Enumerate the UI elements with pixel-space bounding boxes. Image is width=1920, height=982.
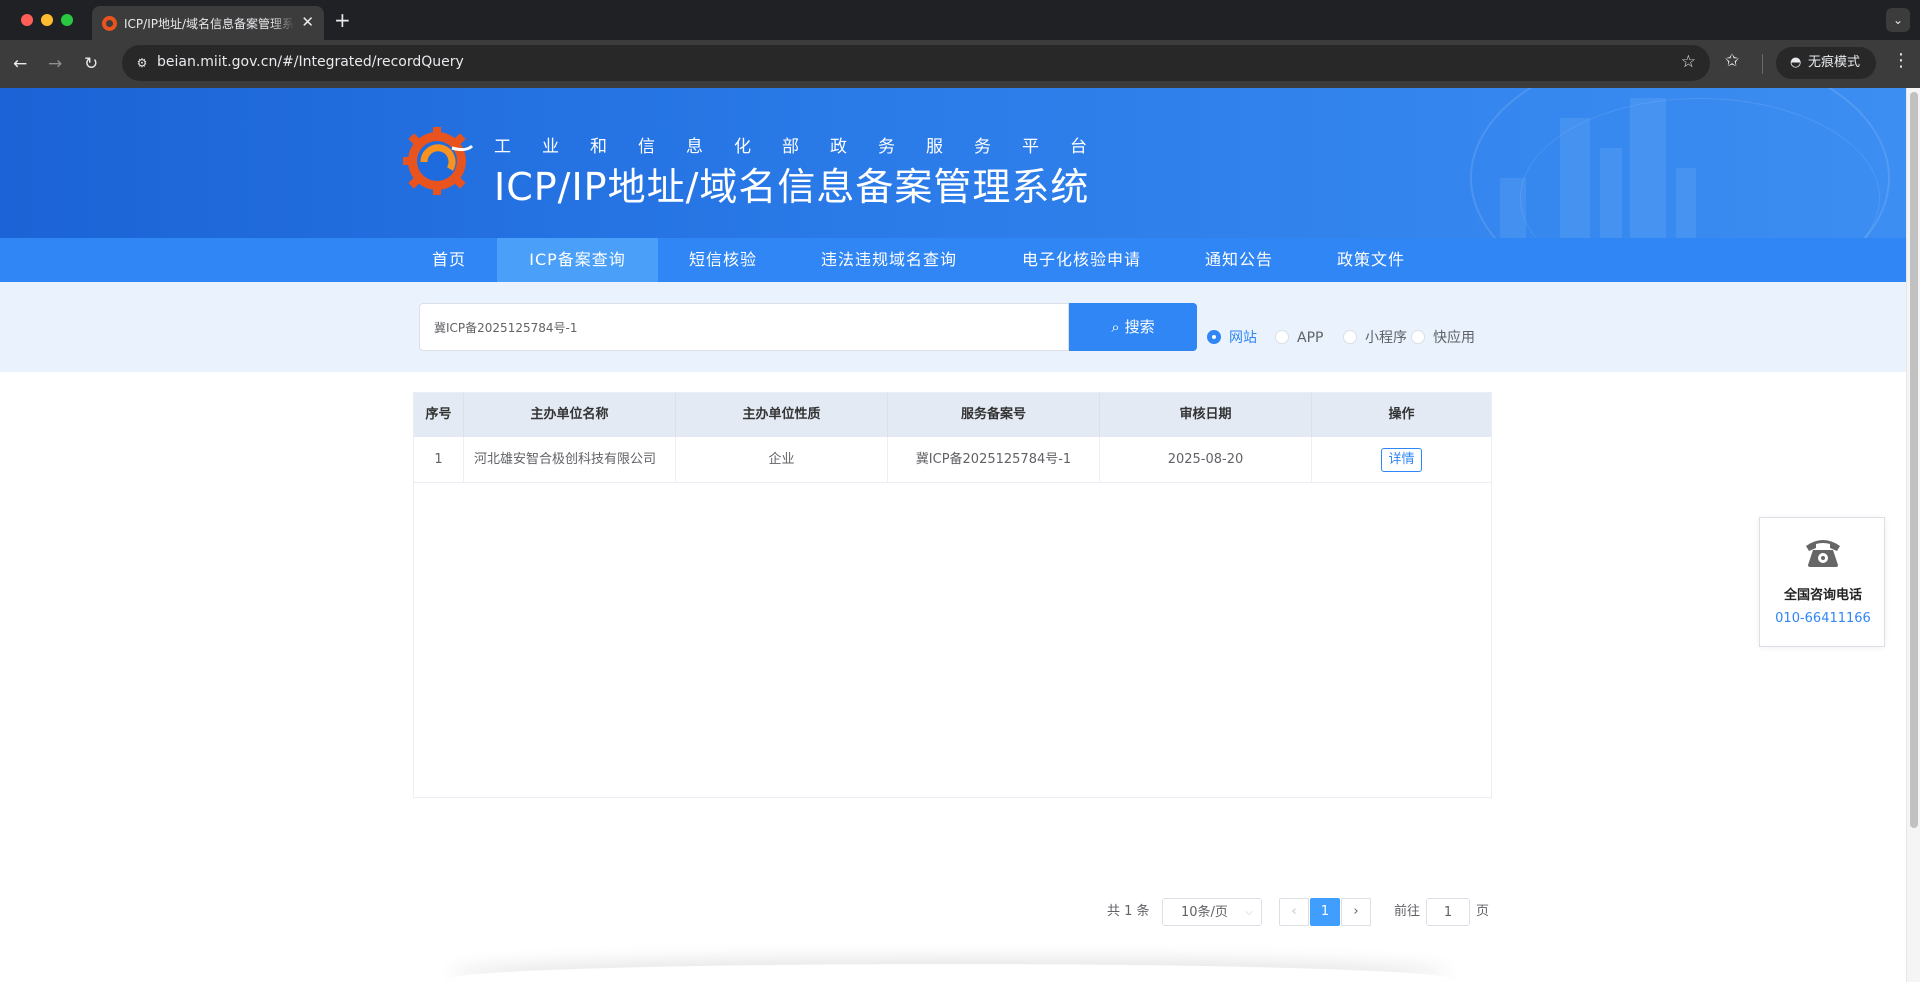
radio-label: 小程序 [1365,330,1407,346]
cell-org-type: 企业 [676,437,888,482]
tab-title: ICP/IP地址/域名信息备案管理系统 [124,17,296,31]
hotline-number[interactable]: 010-66411166 [1760,611,1886,626]
radio-dot [1343,330,1357,344]
reading-list-icon[interactable]: ✩ [1725,51,1739,71]
telephone-icon [1806,540,1840,567]
nav-sms-verify[interactable]: 短信核验 [666,238,780,282]
toolbar-divider [1762,54,1763,74]
window-close-button[interactable] [21,14,33,26]
incognito-badge[interactable]: ◓ 无痕模式 [1776,47,1876,79]
cell-action: 详情 [1312,437,1491,482]
nav-home[interactable]: 首页 [408,238,490,282]
radio-dot [1411,330,1425,344]
more-menu-icon[interactable]: ⋮ [1892,50,1910,71]
banner-building-graphic [1630,98,1666,238]
page-scrollbar[interactable] [1906,88,1920,982]
page-content: 工业和信息化部政务服务平台 ICP/IP地址/域名信息备案管理系统 首页 ICP… [0,88,1906,982]
hotline-title: 全国咨询电话 [1783,588,1862,603]
tab-close-icon[interactable]: ✕ [301,12,314,32]
hotline-card: 全国咨询电话 010-66411166 [1759,517,1885,647]
browser-toolbar: ← → ↻ ⚙ beian.miit.gov.cn/#/Integrated/r… [0,40,1920,88]
page-size-select[interactable]: 10条/页 ⌵ [1162,898,1262,926]
nav-icp-query[interactable]: ICP备案查询 [497,238,658,282]
page-number-current[interactable]: 1 [1310,898,1340,926]
radio-label: 网站 [1229,330,1257,346]
search-button[interactable]: ⌕ 搜索 [1069,303,1197,351]
column-header-action: 操作 [1388,407,1415,422]
search-input[interactable] [419,303,1069,351]
pagination-total: 共 1 条 [1107,904,1150,919]
radio-quick-app[interactable]: 快应用 [1411,328,1475,348]
next-page-button[interactable]: › [1341,898,1371,926]
cell-org-name: 河北雄安智合极创科技有限公司 [464,437,676,482]
platform-subtitle: 工业和信息化部政务服务平台 [494,137,1118,157]
radio-app[interactable]: APP [1275,328,1323,348]
column-header-index: 序号 [414,393,464,437]
column-header-date: 审核日期 [1100,393,1312,437]
banner-building-graphic [1560,118,1590,238]
back-icon[interactable]: ← [13,52,27,76]
results-table: 序号 主办单位名称 主办单位性质 服务备案号 审核日期 操作 1 河北雄安智合极… [413,392,1492,798]
system-title: ICP/IP地址/域名信息备案管理系统 [494,165,1090,209]
browser-tab-strip: ICP/IP地址/域名信息备案管理系统 ✕ + ⌄ [0,0,1920,40]
miit-logo-icon [403,127,474,195]
browser-tab-active[interactable]: ICP/IP地址/域名信息备案管理系统 ✕ [92,6,324,40]
banner-building-graphic [1500,178,1526,238]
forward-icon[interactable]: → [48,52,62,76]
header-banner: 工业和信息化部政务服务平台 ICP/IP地址/域名信息备案管理系统 [0,88,1906,238]
window-zoom-button[interactable] [61,14,73,26]
radio-mini-program[interactable]: 小程序 [1343,328,1407,348]
incognito-icon: ◓ [1790,55,1802,70]
reload-icon[interactable]: ↻ [84,52,98,76]
nav-illegal-domain-query[interactable]: 违法违规域名查询 [800,238,978,282]
scrollbar-thumb[interactable] [1910,92,1918,828]
nav-notices[interactable]: 通知公告 [1184,238,1294,282]
cell-date: 2025-08-20 [1100,437,1312,482]
goto-unit-label: 页 [1476,904,1490,919]
radio-dot [1207,330,1221,344]
radio-website[interactable]: 网站 [1207,328,1257,348]
search-button-label: 搜索 [1124,318,1155,336]
footer-edge [450,964,1450,982]
banner-building-graphic [1600,148,1622,238]
site-favicon-icon [102,16,117,31]
radio-dot [1275,330,1289,344]
nav-policy-docs[interactable]: 政策文件 [1316,238,1426,282]
goto-label: 前往 [1394,904,1421,919]
search-area: ⌕ 搜索 网站 APP 小程序 快应用 [0,282,1906,372]
radio-label: APP [1297,330,1324,346]
chevron-right-icon: › [1353,904,1359,919]
incognito-label: 无痕模式 [1808,55,1861,70]
new-tab-button[interactable]: + [334,8,351,32]
table-row: 1 河北雄安智合极创科技有限公司 企业 冀ICP备2025125784号-1 2… [414,437,1491,483]
prev-page-button[interactable]: ‹ [1279,898,1309,926]
bookmark-star-icon[interactable]: ☆ [1681,52,1696,72]
chevron-left-icon: ‹ [1291,904,1297,919]
main-navbar: 首页 ICP备案查询 短信核验 违法违规域名查询 电子化核验申请 通知公告 政策… [0,238,1906,282]
goto-page-input[interactable] [1426,898,1470,926]
nav-e-verify-apply[interactable]: 电子化核验申请 [1000,238,1163,282]
site-info-icon[interactable]: ⚙ [132,53,152,73]
column-header-record-no: 服务备案号 [888,393,1100,437]
address-bar[interactable]: ⚙ beian.miit.gov.cn/#/Integrated/recordQ… [122,45,1710,81]
cell-record-no: 冀ICP备2025125784号-1 [888,437,1100,482]
radio-label: 快应用 [1433,330,1475,346]
table-header: 序号 主办单位名称 主办单位性质 服务备案号 审核日期 操作 [414,393,1491,437]
tab-search-chevron-icon[interactable]: ⌄ [1886,8,1910,32]
detail-button[interactable]: 详情 [1381,447,1422,472]
window-minimize-button[interactable] [41,14,53,26]
cell-index: 1 [414,437,464,482]
chevron-down-icon: ⌵ [1245,907,1253,918]
url-text[interactable]: beian.miit.gov.cn/#/Integrated/recordQue… [157,54,464,70]
search-icon: ⌕ [1111,318,1120,336]
banner-building-graphic [1676,168,1696,238]
column-header-org-type: 主办单位性质 [676,393,888,437]
page-size-value: 10条/页 [1181,905,1228,920]
column-header-org-name: 主办单位名称 [464,393,676,437]
